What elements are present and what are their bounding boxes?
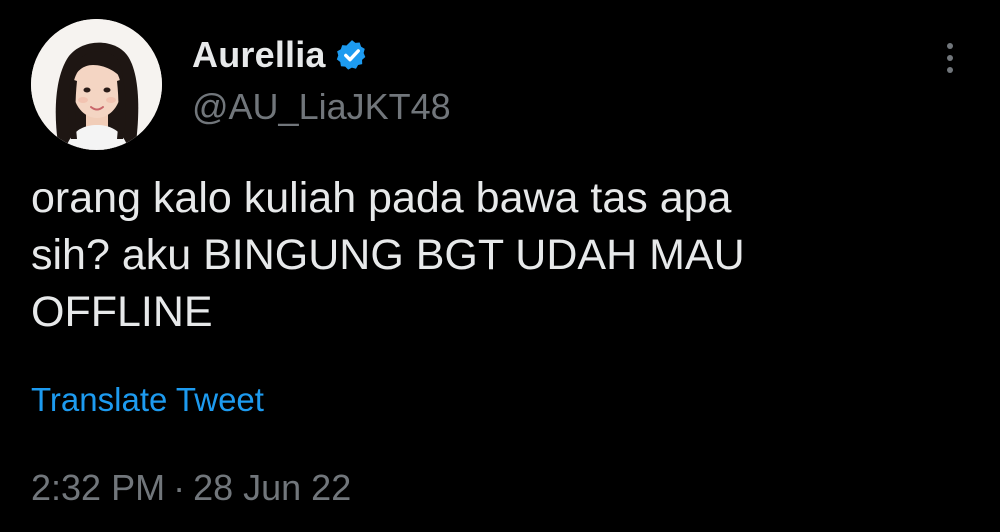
more-vertical-icon[interactable] bbox=[930, 36, 970, 80]
author-display-name[interactable]: Aurellia bbox=[192, 34, 326, 76]
tweet-text-line: sih? aku BINGUNG BGT UDAH MAU bbox=[31, 231, 745, 279]
author-handle[interactable]: @AU_LiaJKT48 bbox=[192, 86, 451, 128]
avatar[interactable] bbox=[31, 19, 162, 150]
author-name-row: Aurellia bbox=[192, 32, 369, 78]
tweet-text: orang kalo kuliah pada bawa tas apa sih?… bbox=[31, 170, 931, 341]
tweet-date[interactable]: 28 Jun 22 bbox=[193, 467, 351, 509]
tweet-text-line: orang kalo kuliah pada bawa tas apa bbox=[31, 174, 732, 222]
more-dot bbox=[947, 67, 953, 73]
tweet-card: Aurellia @AU_LiaJKT48 orang kalo kuliah … bbox=[0, 0, 1000, 532]
profile-photo-icon bbox=[31, 19, 162, 150]
verified-badge-icon bbox=[335, 38, 369, 72]
tweet-time[interactable]: 2:32 PM bbox=[31, 467, 165, 509]
tweet-text-line: OFFLINE bbox=[31, 288, 213, 336]
tweet-timestamp: 2:32 PM · 28 Jun 22 bbox=[31, 467, 351, 509]
more-dot bbox=[947, 43, 953, 49]
more-dot bbox=[947, 55, 953, 61]
meta-separator: · bbox=[173, 467, 186, 508]
translate-tweet-link[interactable]: Translate Tweet bbox=[31, 381, 264, 419]
